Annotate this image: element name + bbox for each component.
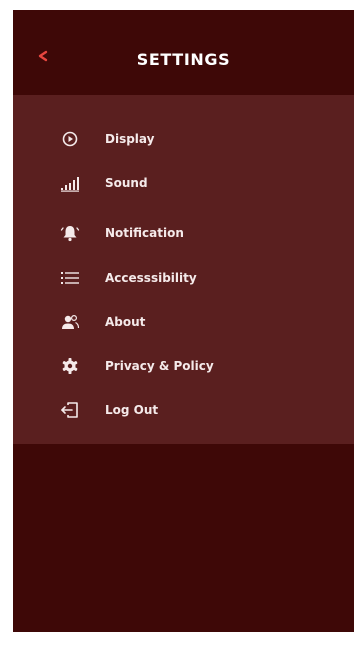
logout-icon: [57, 397, 83, 423]
menu-item-sound[interactable]: Sound: [13, 166, 354, 200]
header: SETTINGS: [13, 10, 354, 95]
menu-item-notification[interactable]: Notification: [13, 216, 354, 250]
menu-item-display[interactable]: Display: [13, 122, 354, 156]
menu-item-label: Accesssibility: [105, 271, 197, 285]
menu-item-label: Sound: [105, 176, 148, 190]
settings-menu: Display Sound Notification Accesssibilit…: [13, 95, 354, 444]
menu-item-label: Display: [105, 132, 155, 146]
settings-screen: SETTINGS Display Sound Notification Acce…: [13, 10, 354, 632]
play-circle-icon: [57, 126, 83, 152]
menu-item-privacy-policy[interactable]: Privacy & Policy: [13, 349, 354, 383]
menu-item-log-out[interactable]: Log Out: [13, 393, 354, 427]
menu-item-label: About: [105, 315, 146, 329]
page-title: SETTINGS: [136, 50, 231, 69]
menu-item-accessibility[interactable]: Accesssibility: [13, 261, 354, 295]
bell-ringing-icon: [57, 220, 83, 246]
users-icon: [57, 309, 83, 335]
equalizer-icon: [57, 170, 83, 196]
menu-item-label: Log Out: [105, 403, 159, 417]
menu-item-label: Notification: [105, 226, 184, 240]
menu-item-about[interactable]: About: [13, 305, 354, 339]
gear-icon: [57, 353, 83, 379]
menu-item-label: Privacy & Policy: [105, 359, 214, 373]
list-icon: [57, 265, 83, 291]
